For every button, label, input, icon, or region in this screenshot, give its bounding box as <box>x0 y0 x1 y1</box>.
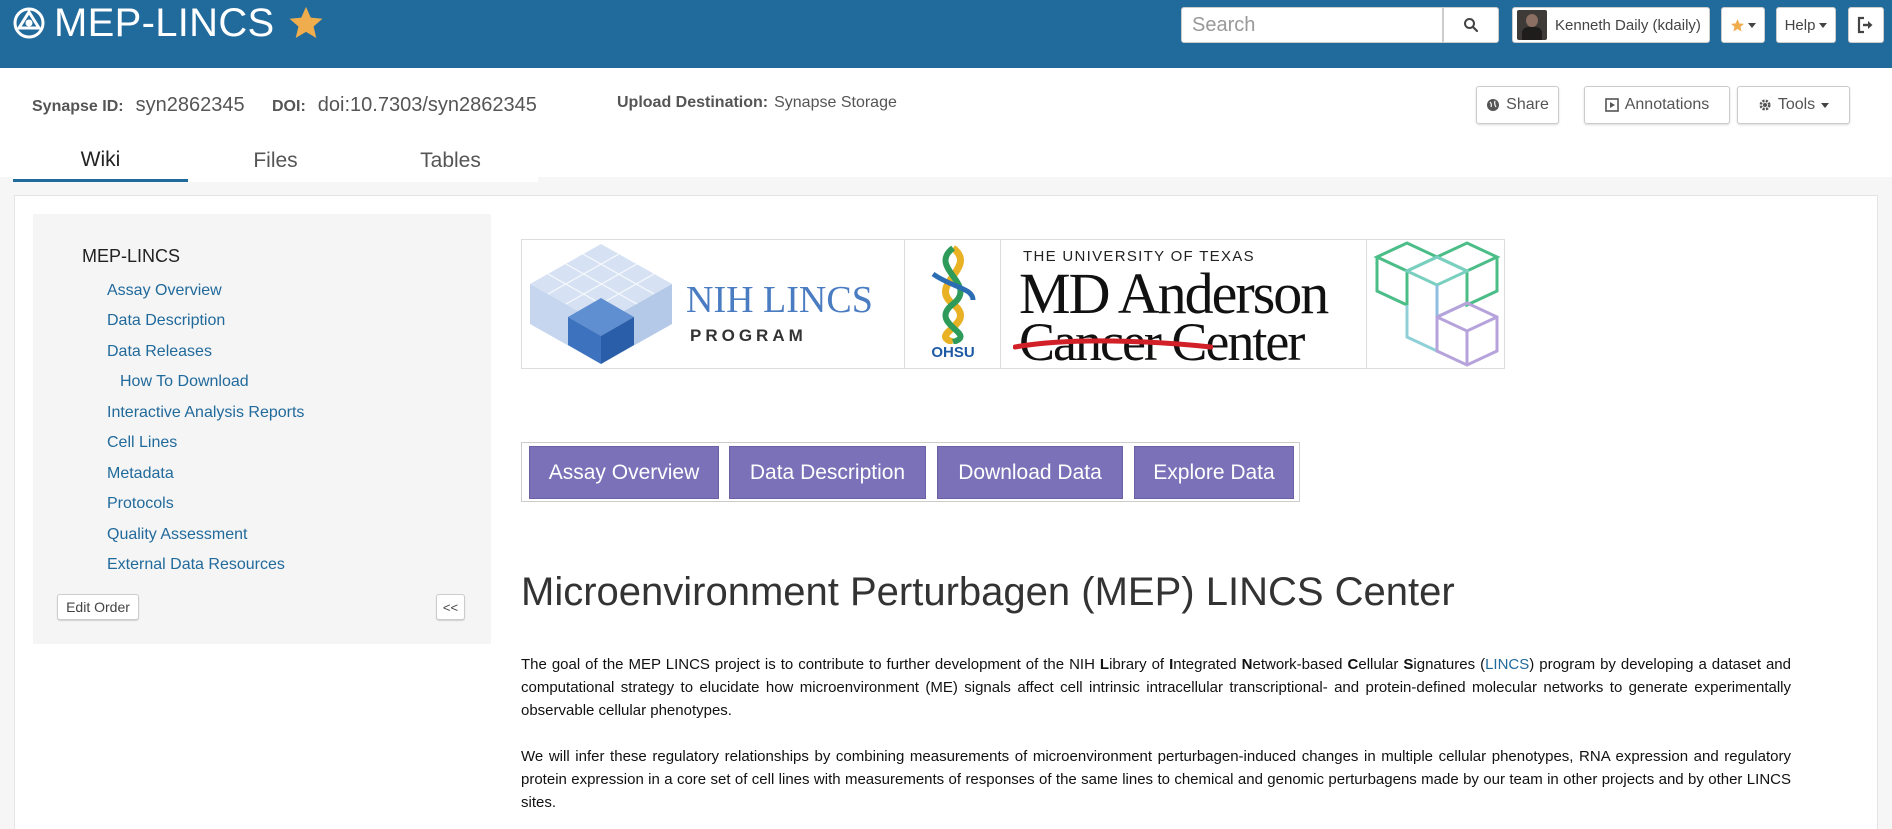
synapse-id-label: Synapse ID: <box>32 98 124 115</box>
synapse-logo-icon <box>13 7 45 39</box>
sidebar-item-assay-overview[interactable]: Assay Overview <box>107 282 222 300</box>
ohsu-logo: OHSU <box>905 240 1001 368</box>
sidebar-item-how-to-download[interactable]: How To Download <box>120 373 249 391</box>
favorites-dropdown[interactable] <box>1721 7 1765 43</box>
synapse-id-value: syn2862345 <box>135 94 245 116</box>
doi-label: DOI: <box>272 98 306 115</box>
upload-destination-field: Upload Destination: Synapse Storage <box>617 94 897 112</box>
cube-outline-logo <box>1367 240 1505 368</box>
data-description-button[interactable]: Data Description <box>729 446 926 499</box>
annotations-icon <box>1604 98 1619 112</box>
brand[interactable]: MEP-LINCS <box>12 0 325 46</box>
help-dropdown[interactable]: Help <box>1776 7 1836 43</box>
acronym-letter: C <box>1347 656 1359 673</box>
acronym-letter: S <box>1403 656 1414 673</box>
caret-down-icon <box>1748 22 1756 28</box>
assay-overview-button[interactable]: Assay Overview <box>529 446 719 499</box>
intro-text: etwork-based <box>1252 656 1348 673</box>
star-icon <box>1731 18 1744 31</box>
share-button[interactable]: Share <box>1476 86 1559 124</box>
nih-lincs-logo: NIH LINCS PROGRAM <box>522 240 905 368</box>
md-anderson-strike-icon <box>1013 338 1213 350</box>
md-anderson-logo: THE UNIVERSITY OF TEXAS MD Anderson Canc… <box>1001 240 1367 369</box>
tab-wiki[interactable]: Wiki <box>13 140 188 182</box>
annotations-button[interactable]: Annotations <box>1584 86 1730 124</box>
synapse-id-field: Synapse ID: syn2862345 <box>32 94 245 117</box>
sidebar-item-external-data-resources[interactable]: External Data Resources <box>107 556 285 574</box>
wiki-sidebar <box>33 214 491 644</box>
search-icon <box>1464 18 1479 33</box>
collapse-sidebar-button[interactable]: << <box>436 594 465 620</box>
tab-files[interactable]: Files <box>188 140 363 182</box>
sidebar-item-protocols[interactable]: Protocols <box>107 495 174 513</box>
partner-logos-banner: NIH LINCS PROGRAM OHSU THE UNIVERSITY OF… <box>521 239 1505 369</box>
sidebar-item-interactive-analysis-reports[interactable]: Interactive Analysis Reports <box>107 404 304 422</box>
download-data-button[interactable]: Download Data <box>937 446 1123 499</box>
sign-out-icon <box>1857 16 1873 34</box>
sidebar-item-data-description[interactable]: Data Description <box>107 312 225 330</box>
intro-text: The goal of the MEP LINCS project is to … <box>521 656 1100 673</box>
wiki-nav-button-group: Assay Overview Data Description Download… <box>521 442 1300 502</box>
search-button[interactable] <box>1443 7 1499 43</box>
nih-lincs-title: NIH LINCS <box>686 279 873 321</box>
app-title[interactable]: MEP-LINCS <box>54 1 275 46</box>
doi-value: doi:10.7303/syn2862345 <box>317 94 537 116</box>
intro-text: ignatures ( <box>1413 656 1486 673</box>
intro-paragraph: The goal of the MEP LINCS project is to … <box>521 653 1791 722</box>
globe-icon <box>1487 99 1500 111</box>
upload-destination-label: Upload Destination: <box>617 94 769 111</box>
page-title: Microenvironment Perturbagen (MEP) LINCS… <box>521 570 1455 614</box>
share-label: Share <box>1506 96 1549 113</box>
avatar <box>1517 10 1547 40</box>
intro-text: ntegrated <box>1173 656 1242 673</box>
favorite-star-icon[interactable] <box>287 4 325 42</box>
lincs-link[interactable]: LINCS <box>1485 656 1529 673</box>
lincs-cube-icon <box>530 244 672 364</box>
top-navbar: MEP-LINCS Kenneth Daily (kdaily) Help <box>0 0 1892 68</box>
explore-data-button[interactable]: Explore Data <box>1134 446 1294 499</box>
cube-outline-icon <box>1373 241 1501 367</box>
upload-destination-value: Synapse Storage <box>774 94 897 111</box>
acronym-letter: L <box>1099 656 1110 673</box>
intro-text: ibrary of <box>1109 656 1170 673</box>
help-label: Help <box>1784 16 1816 34</box>
caret-down-icon <box>1819 22 1828 28</box>
sidebar-root-mep-lincs[interactable]: MEP-LINCS <box>82 246 180 267</box>
nih-lincs-subtitle: PROGRAM <box>690 326 807 345</box>
edit-order-button[interactable]: Edit Order <box>57 594 139 620</box>
annotations-label: Annotations <box>1624 96 1710 113</box>
sidebar-item-metadata[interactable]: Metadata <box>107 465 174 483</box>
ohsu-text: OHSU <box>931 344 975 361</box>
ohsu-helix-icon <box>931 245 976 344</box>
sidebar-item-quality-assessment[interactable]: Quality Assessment <box>107 526 248 544</box>
sidebar-item-cell-lines[interactable]: Cell Lines <box>107 434 177 452</box>
caret-down-icon <box>1821 102 1830 108</box>
intro-text: ellular <box>1358 656 1404 673</box>
second-paragraph: We will infer these regulatory relations… <box>521 748 1791 811</box>
search-input[interactable] <box>1181 7 1443 43</box>
user-name: Kenneth Daily (kdaily) <box>1555 16 1701 34</box>
gear-icon <box>1759 99 1771 111</box>
doi-field: DOI: doi:10.7303/syn2862345 <box>272 94 537 117</box>
tab-tables[interactable]: Tables <box>363 140 538 182</box>
acronym-letter: N <box>1241 656 1253 673</box>
sidebar-item-data-releases[interactable]: Data Releases <box>107 343 212 361</box>
logout-button[interactable] <box>1848 7 1884 43</box>
tools-label: Tools <box>1777 96 1816 113</box>
tools-dropdown[interactable]: Tools <box>1737 86 1850 124</box>
user-menu-button[interactable]: Kenneth Daily (kdaily) <box>1512 7 1710 43</box>
